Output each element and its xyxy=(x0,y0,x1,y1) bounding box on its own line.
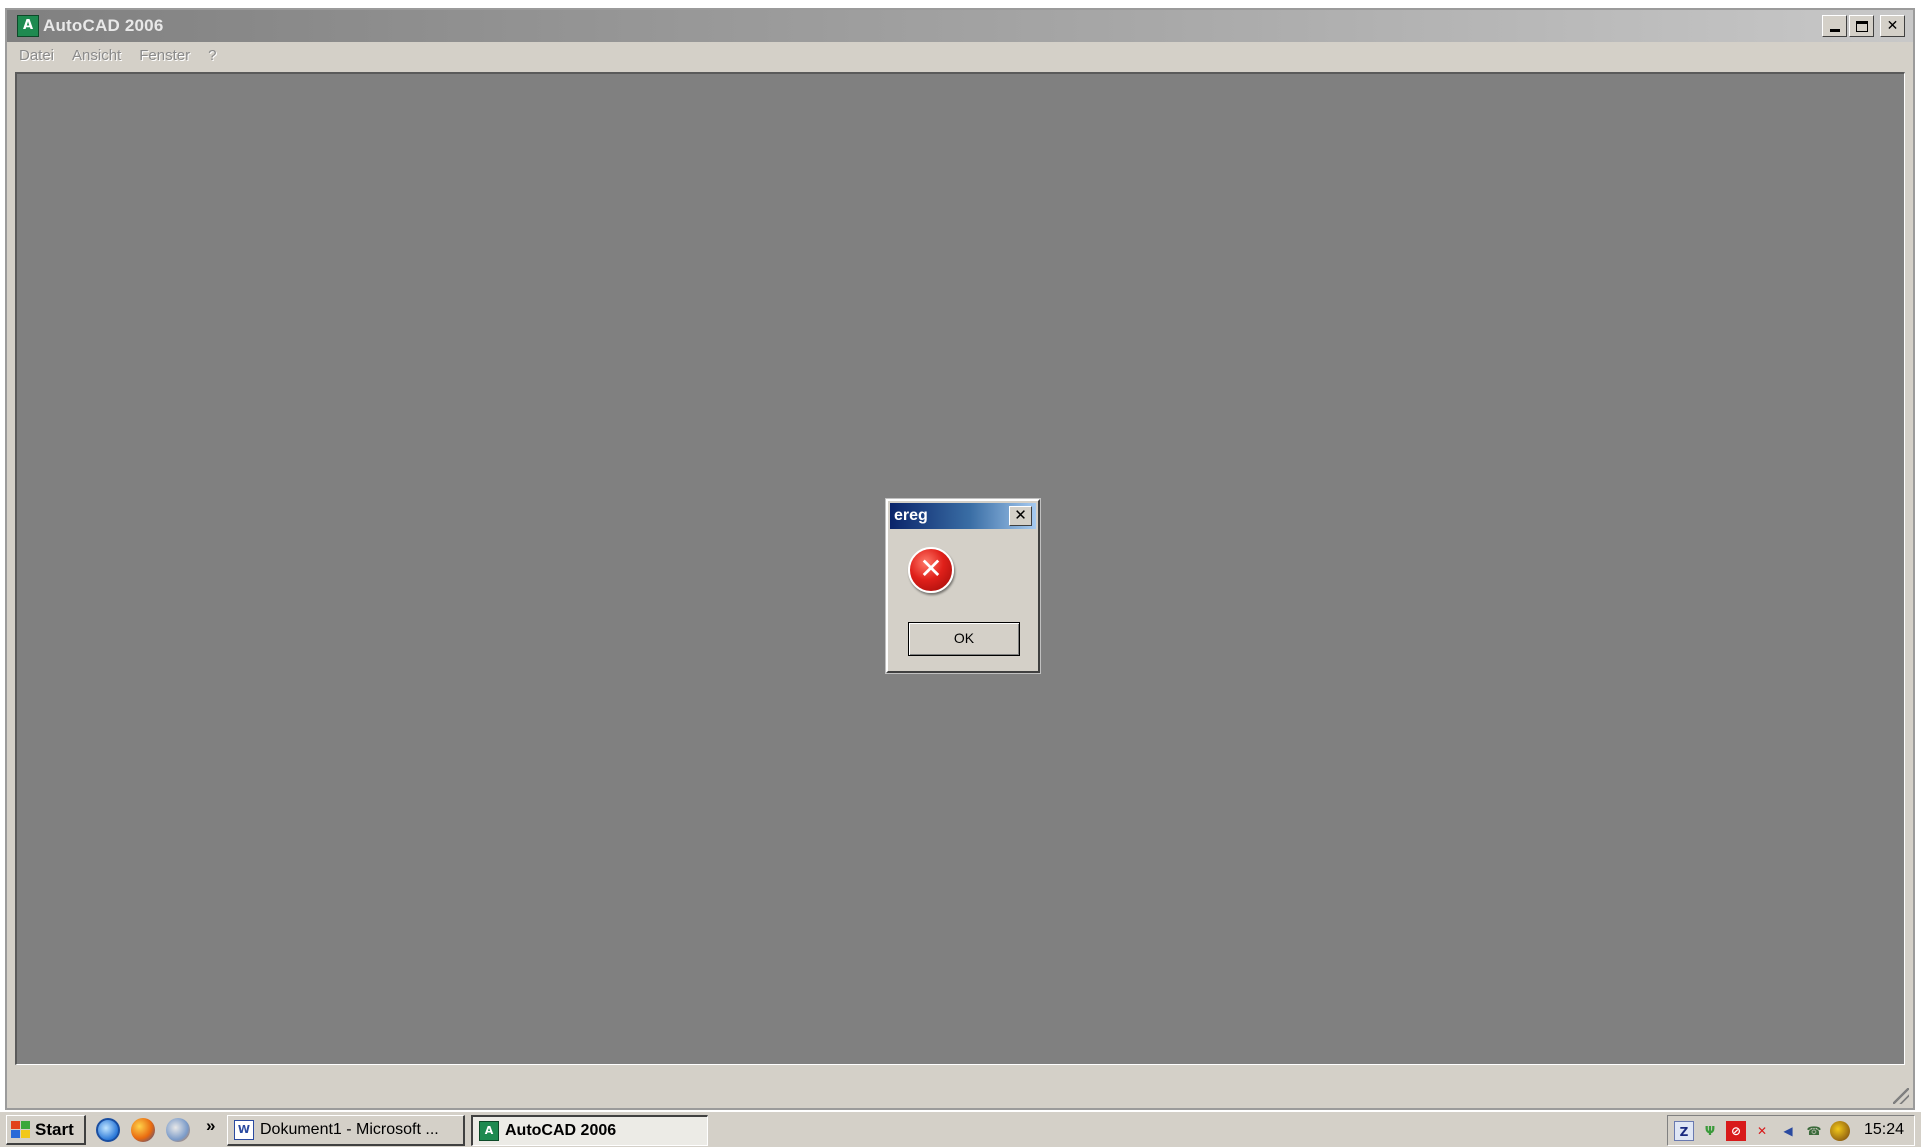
dialog-close-button[interactable]: ✕ xyxy=(1009,506,1032,526)
antivirus-icon[interactable]: ⊘ xyxy=(1726,1120,1746,1141)
menu-fenster[interactable]: Fenster xyxy=(139,47,190,64)
minimize-button[interactable] xyxy=(1822,15,1847,37)
dialog-title-bar[interactable]: ereg ✕ xyxy=(890,503,1036,529)
error-icon: ✕ xyxy=(908,547,954,593)
taskbar-item-autocad[interactable]: A AutoCAD 2006 xyxy=(471,1115,708,1146)
speaker-icon[interactable]: ◀ xyxy=(1778,1121,1798,1141)
system-tray: Z Ψ ⊘ ✕ ◀ ☎ 15:24 xyxy=(1667,1115,1915,1146)
phone-icon[interactable]: ☎ xyxy=(1804,1121,1824,1141)
menu-ansicht[interactable]: Ansicht xyxy=(72,47,121,64)
clock[interactable]: 15:24 xyxy=(1864,1121,1904,1139)
ok-button[interactable]: OK xyxy=(908,622,1020,656)
zonealarm-icon[interactable]: Z xyxy=(1674,1120,1694,1141)
status-bar xyxy=(7,1068,1913,1108)
taskbar: Start » W Dokument1 - Microsoft ... A Au… xyxy=(0,1110,1921,1147)
taskbar-item-word[interactable]: W Dokument1 - Microsoft ... xyxy=(227,1115,465,1146)
menu-datei[interactable]: Datei xyxy=(19,47,54,64)
maximize-icon xyxy=(1855,20,1868,32)
taskbar-item-label: AutoCAD 2006 xyxy=(505,1122,617,1139)
error-dialog: ereg ✕ ✕ OK xyxy=(886,499,1040,673)
window-title: AutoCAD 2006 xyxy=(43,16,164,35)
start-button[interactable]: Start xyxy=(6,1115,86,1145)
start-label: Start xyxy=(35,1119,74,1139)
autocad-icon[interactable]: A xyxy=(17,15,39,37)
firefox-icon[interactable] xyxy=(131,1118,155,1142)
internet-explorer-icon[interactable] xyxy=(96,1118,120,1142)
browser-icon[interactable] xyxy=(166,1118,190,1142)
maximize-button[interactable] xyxy=(1849,15,1874,37)
security-icon[interactable] xyxy=(1830,1120,1850,1141)
windows-logo-icon xyxy=(11,1120,31,1139)
taskbar-item-label: Dokument1 - Microsoft ... xyxy=(260,1121,439,1138)
menu-bar: Datei Ansicht Fenster ? xyxy=(7,42,1913,68)
resize-grip[interactable] xyxy=(1893,1088,1909,1104)
title-bar[interactable]: A AutoCAD 2006 ✕ xyxy=(7,10,1913,42)
dialog-title: ereg xyxy=(894,507,928,524)
close-button[interactable]: ✕ xyxy=(1880,15,1905,37)
autocad-icon: A xyxy=(479,1121,499,1141)
minimize-icon xyxy=(1829,28,1840,32)
quicklaunch-more-button[interactable]: » xyxy=(206,1116,215,1136)
close-icon: ✕ xyxy=(1014,506,1027,524)
network-icon[interactable]: Ψ xyxy=(1700,1121,1720,1141)
close-icon: ✕ xyxy=(1886,18,1899,34)
menu-help[interactable]: ? xyxy=(208,47,216,64)
network-disconnected-icon[interactable]: ✕ xyxy=(1752,1121,1772,1141)
word-icon: W xyxy=(234,1120,254,1140)
